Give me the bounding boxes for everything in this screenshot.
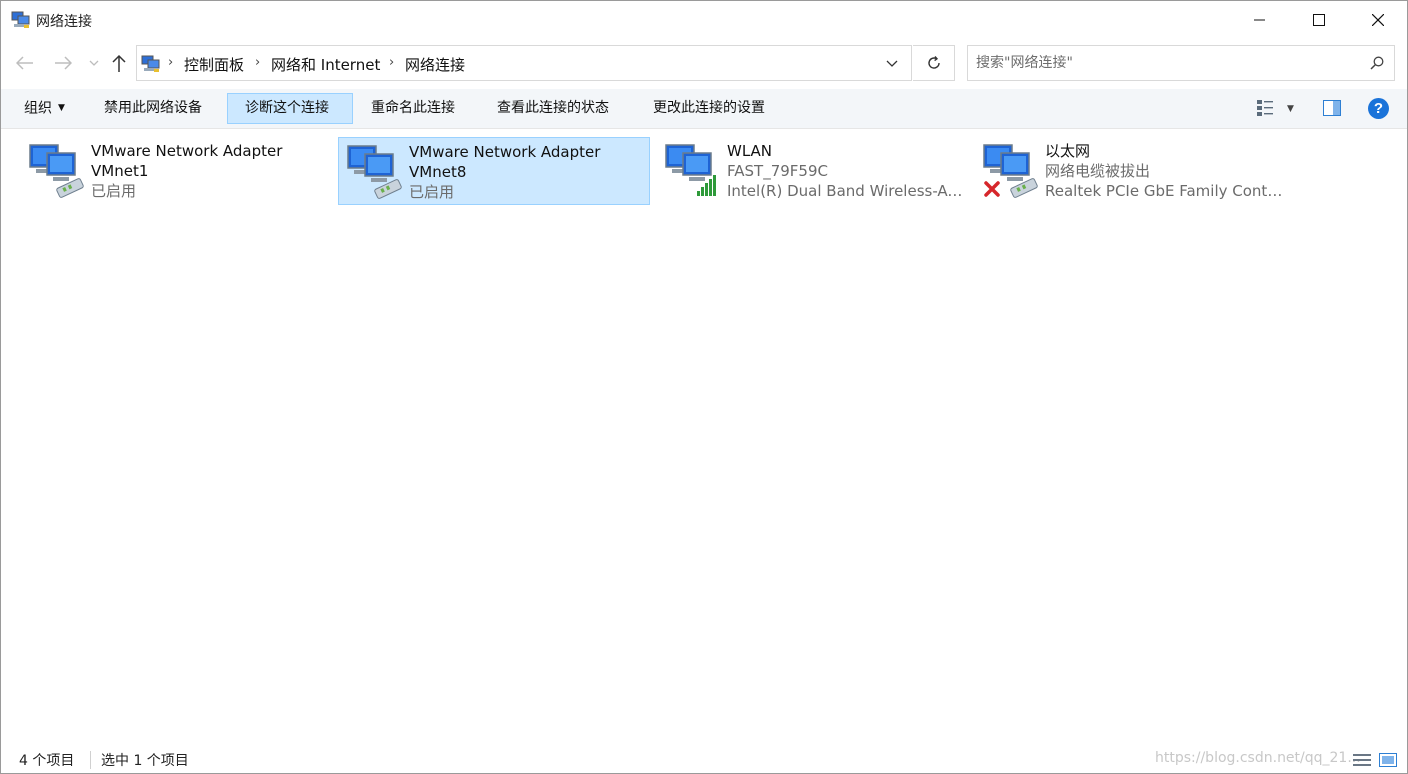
- chevron-right-icon[interactable]: ›: [389, 55, 394, 70]
- selected-count: 选中 1 个项目: [101, 753, 189, 769]
- organize-button[interactable]: 组织 ▼: [7, 93, 82, 124]
- breadcrumb-network-internet[interactable]: 网络和 Internet: [271, 54, 380, 75]
- title-bar: 网络连接: [1, 1, 1407, 39]
- item-text: VMware Network Adapter VMnet8 已启用: [409, 142, 649, 202]
- search-input[interactable]: [976, 53, 1356, 73]
- connection-name: VMware Network Adapter: [409, 143, 601, 161]
- network-connections-icon: [11, 11, 30, 28]
- connection-name-line2: VMnet1: [91, 162, 149, 180]
- connection-name-line2: VMnet8: [409, 163, 467, 181]
- item-text: VMware Network Adapter VMnet1 已启用: [91, 141, 331, 201]
- back-button[interactable]: [15, 53, 35, 73]
- view-options-icon[interactable]: [1256, 99, 1274, 117]
- status-divider: [90, 751, 91, 769]
- connection-item-vmnet8[interactable]: VMware Network Adapter VMnet8 已启用: [338, 137, 650, 205]
- arrow-left-icon: [16, 56, 33, 70]
- chevron-right-icon[interactable]: ›: [255, 55, 260, 70]
- connection-item-vmnet1[interactable]: VMware Network Adapter VMnet1 已启用: [21, 137, 333, 205]
- disable-device-button[interactable]: 禁用此网络设备: [87, 93, 219, 124]
- arrow-up-icon: [112, 54, 126, 72]
- help-icon[interactable]: ?: [1368, 98, 1389, 119]
- connection-status: 已启用: [91, 182, 137, 200]
- wifi-adapter-icon: [665, 144, 716, 196]
- network-adapter-icon: [347, 145, 402, 199]
- connection-ssid: FAST_79F59C: [727, 162, 828, 180]
- recent-locations-button[interactable]: [86, 53, 102, 73]
- explorer-window: 网络连接 › 控制面板 › 网络和 Internet › 网络连接 搜索"网络连…: [0, 0, 1408, 774]
- details-view-icon[interactable]: [1353, 753, 1371, 767]
- arrow-right-icon: [55, 56, 72, 70]
- status-bar: 4 个项目 选中 1 个项目 https://blog.csdn.net/qq_…: [1, 745, 1407, 773]
- minimize-button[interactable]: [1231, 1, 1289, 39]
- change-settings-button[interactable]: 更改此连接的设置: [636, 93, 782, 124]
- close-button[interactable]: [1349, 1, 1407, 39]
- connection-item-wlan[interactable]: WLAN FAST_79F59C Intel(R) Dual Band Wire…: [657, 137, 969, 205]
- connection-device: Intel(R) Dual Band Wireless-AC...: [727, 182, 967, 200]
- refresh-button[interactable]: [913, 45, 955, 81]
- view-dropdown-icon[interactable]: ▼: [1287, 104, 1294, 114]
- connection-device: Realtek PCIe GbE Family Contr...: [1045, 182, 1285, 200]
- preview-pane-icon[interactable]: [1323, 100, 1341, 116]
- forward-button[interactable]: [53, 53, 73, 73]
- address-row: › 控制面板 › 网络和 Internet › 网络连接: [1, 41, 1407, 87]
- network-connections-icon: [141, 55, 160, 72]
- item-text: 以太网 网络电缆被拔出 Realtek PCIe GbE Family Cont…: [1045, 141, 1285, 201]
- large-icons-view-icon[interactable]: [1379, 753, 1397, 767]
- connection-item-ethernet[interactable]: 以太网 网络电缆被拔出 Realtek PCIe GbE Family Cont…: [975, 137, 1287, 205]
- rename-connection-button[interactable]: 重命名此连接: [354, 93, 472, 124]
- address-history-button[interactable]: [882, 56, 902, 72]
- minimize-icon: [1254, 19, 1265, 21]
- breadcrumb-control-panel[interactable]: 控制面板: [184, 54, 244, 75]
- organize-label: 组织: [24, 100, 52, 117]
- search-icon[interactable]: [1370, 56, 1384, 70]
- connection-name: WLAN: [727, 142, 773, 160]
- caret-down-icon: ▼: [58, 103, 65, 113]
- connection-name: 以太网: [1045, 142, 1091, 160]
- search-box[interactable]: [967, 45, 1395, 81]
- chevron-right-icon[interactable]: ›: [168, 55, 173, 70]
- item-text: WLAN FAST_79F59C Intel(R) Dual Band Wire…: [727, 141, 967, 201]
- diagnose-connection-button[interactable]: 诊断这个连接: [227, 93, 353, 124]
- connection-name: VMware Network Adapter: [91, 142, 283, 160]
- maximize-button[interactable]: [1290, 1, 1348, 39]
- chevron-down-icon: [89, 60, 99, 66]
- close-icon: [1372, 14, 1384, 26]
- ethernet-disconnected-icon: [983, 144, 1038, 198]
- maximize-icon: [1313, 14, 1325, 26]
- up-button[interactable]: [109, 53, 129, 73]
- chevron-down-icon: [886, 60, 898, 67]
- address-bar[interactable]: › 控制面板 › 网络和 Internet › 网络连接: [136, 45, 912, 81]
- watermark: https://blog.csdn.net/qq_21...: [1155, 750, 1361, 766]
- command-bar: 组织 ▼ 禁用此网络设备 诊断这个连接 重命名此连接 查看此连接的状态 更改此连接…: [1, 89, 1407, 129]
- breadcrumb-network-connections[interactable]: 网络连接: [405, 54, 465, 75]
- refresh-icon: [927, 56, 940, 69]
- connection-status: 已启用: [409, 183, 455, 201]
- view-status-button[interactable]: 查看此连接的状态: [480, 93, 626, 124]
- connection-status: 网络电缆被拔出: [1045, 162, 1151, 180]
- item-count: 4 个项目: [19, 753, 75, 769]
- window-title: 网络连接: [36, 14, 92, 30]
- network-adapter-icon: [29, 144, 84, 198]
